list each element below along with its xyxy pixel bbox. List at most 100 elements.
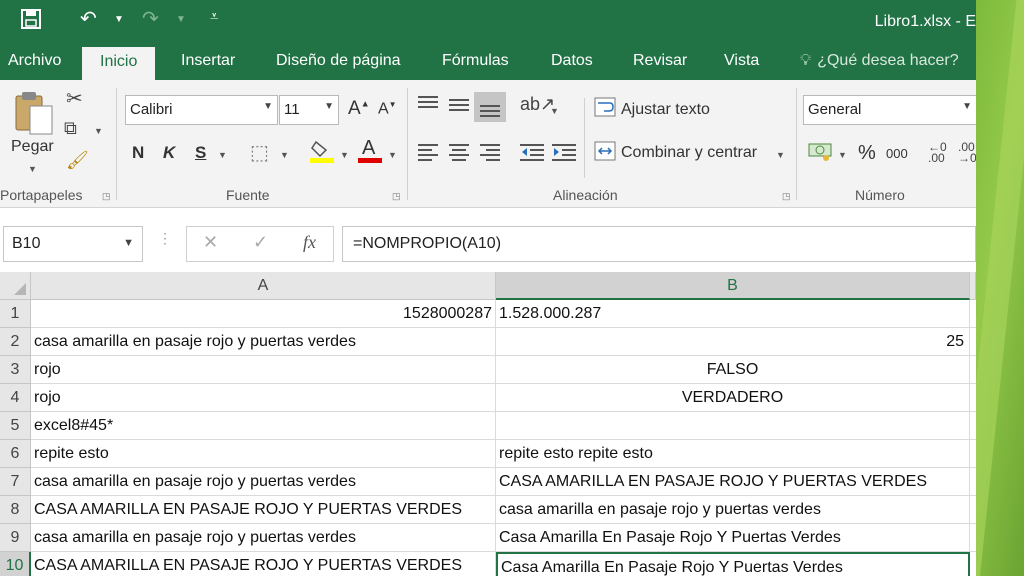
tab-insertar[interactable]: Insertar xyxy=(181,52,235,70)
cancel-icon[interactable]: ✕ xyxy=(203,232,218,253)
increase-decimal-icon[interactable]: ←0.00 xyxy=(928,141,947,164)
cell-a8[interactable]: CASA AMARILLA EN PASAJE ROJO Y PUERTAS V… xyxy=(31,496,496,524)
row-header[interactable]: 10 xyxy=(0,552,31,576)
divider xyxy=(116,88,117,200)
paste-icon[interactable] xyxy=(12,90,56,143)
cell-a3[interactable]: rojo xyxy=(31,356,496,384)
cell-b10-active[interactable]: Casa Amarilla En Pasaje Rojo Y Puertas V… xyxy=(496,552,970,576)
cell-b6[interactable]: repite esto repite esto xyxy=(496,440,970,468)
cell-a7[interactable]: casa amarilla en pasaje rojo y puertas v… xyxy=(31,468,496,496)
paste-label[interactable]: Pegar xyxy=(11,138,54,156)
merge-center-dropdown-icon[interactable]: ▼ xyxy=(776,150,785,160)
font-size-select[interactable]: 11 ▼ xyxy=(279,95,339,125)
column-header-a[interactable]: A xyxy=(31,272,496,300)
cell-b7[interactable]: CASA AMARILLA EN PASAJE ROJO Y PUERTAS V… xyxy=(496,468,970,496)
row-header[interactable]: 5 xyxy=(0,412,31,440)
formula-input[interactable]: =NOMPROPIO(A10) xyxy=(342,226,976,262)
cut-icon[interactable]: ✂ xyxy=(66,86,83,111)
wrap-text-button[interactable]: Ajustar texto xyxy=(621,101,710,119)
increase-font-size-icon[interactable]: A▲ xyxy=(348,98,370,120)
cell-a5[interactable]: excel8#45* xyxy=(31,412,496,440)
cell-a1[interactable]: 1528000287 xyxy=(31,300,496,328)
tab-revisar[interactable]: Revisar xyxy=(633,52,687,70)
customize-quick-access-icon[interactable]: ⩡ xyxy=(210,8,218,25)
decrease-indent-icon[interactable] xyxy=(520,142,544,167)
tab-datos[interactable]: Datos xyxy=(551,52,593,70)
align-bottom-icon[interactable] xyxy=(474,92,506,122)
cell-a2[interactable]: casa amarilla en pasaje rojo y puertas v… xyxy=(31,328,496,356)
redo-dropdown-icon[interactable]: ▼ xyxy=(176,14,186,25)
row-header[interactable]: 7 xyxy=(0,468,31,496)
orientation-dropdown-icon[interactable]: ▼ xyxy=(550,106,559,116)
copy-icon[interactable]: ⧉ xyxy=(64,118,77,139)
tab-vista[interactable]: Vista xyxy=(724,52,759,70)
cell-b1[interactable]: 1.528.000.287 xyxy=(496,300,970,328)
tab-diseno-de-pagina[interactable]: Diseño de página xyxy=(276,52,401,70)
font-color-dropdown-icon[interactable]: ▼ xyxy=(388,150,397,160)
number-format-select[interactable]: General ▼ xyxy=(803,95,983,125)
alignment-launcher-icon[interactable]: ◳ xyxy=(782,191,791,202)
row-header[interactable]: 6 xyxy=(0,440,31,468)
borders-dropdown-icon[interactable]: ▼ xyxy=(280,150,289,160)
merge-center-icon[interactable] xyxy=(594,140,616,167)
cell-a9[interactable]: casa amarilla en pasaje rojo y puertas v… xyxy=(31,524,496,552)
cell-b4[interactable]: VERDADERO xyxy=(496,384,970,412)
thousands-button[interactable]: 000 xyxy=(886,146,908,161)
cell-b2[interactable]: 25 xyxy=(496,328,970,356)
font-launcher-icon[interactable]: ◳ xyxy=(392,191,401,202)
formula-bar-grip-icon[interactable]: ⋮ xyxy=(158,230,172,247)
underline-button[interactable]: S xyxy=(195,143,206,163)
cell-b5[interactable] xyxy=(496,412,970,440)
font-color-icon[interactable]: A xyxy=(358,136,382,170)
italic-button[interactable]: K xyxy=(163,143,175,163)
copy-dropdown-icon[interactable]: ▼ xyxy=(94,126,103,136)
cell-b9[interactable]: Casa Amarilla En Pasaje Rojo Y Puertas V… xyxy=(496,524,970,552)
insert-function-icon[interactable]: fx xyxy=(303,232,316,253)
select-all-button[interactable] xyxy=(0,272,31,300)
align-right-icon[interactable] xyxy=(480,142,500,167)
font-name-select[interactable]: Calibri ▼ xyxy=(125,95,278,125)
align-top-icon[interactable] xyxy=(418,94,438,119)
cell-a6[interactable]: repite esto xyxy=(31,440,496,468)
paste-dropdown-icon[interactable]: ▼ xyxy=(28,164,37,174)
row-header[interactable]: 8 xyxy=(0,496,31,524)
merge-center-button[interactable]: Combinar y centrar xyxy=(621,144,757,162)
save-icon[interactable] xyxy=(20,8,42,36)
fill-color-dropdown-icon[interactable]: ▼ xyxy=(340,150,349,160)
name-box[interactable]: B10 ▼ xyxy=(3,226,143,262)
currency-dropdown-icon[interactable]: ▼ xyxy=(838,150,847,160)
row-header[interactable]: 3 xyxy=(0,356,31,384)
wrap-text-icon[interactable] xyxy=(594,96,616,123)
tab-inicio[interactable]: Inicio xyxy=(82,47,156,80)
align-center-icon[interactable] xyxy=(449,142,469,167)
cell-a4[interactable]: rojo xyxy=(31,384,496,412)
cell-a10[interactable]: CASA AMARILLA EN PASAJE ROJO Y PUERTAS V… xyxy=(31,552,496,576)
percent-button[interactable]: % xyxy=(858,142,876,165)
enter-icon[interactable]: ✓ xyxy=(253,232,268,253)
borders-icon[interactable]: ⬚ xyxy=(250,140,269,165)
currency-icon[interactable] xyxy=(808,140,834,167)
underline-dropdown-icon[interactable]: ▼ xyxy=(218,150,227,160)
clipboard-launcher-icon[interactable]: ◳ xyxy=(102,191,111,202)
row-header[interactable]: 1 xyxy=(0,300,31,328)
align-middle-icon[interactable] xyxy=(449,94,469,119)
decrease-font-size-icon[interactable]: A▼ xyxy=(378,100,397,118)
tab-formulas[interactable]: Fórmulas xyxy=(442,52,509,70)
align-left-icon[interactable] xyxy=(418,142,438,167)
decrease-decimal-icon[interactable]: .00 →0 xyxy=(958,141,977,164)
cell-b3[interactable]: FALSO xyxy=(496,356,970,384)
row-header[interactable]: 4 xyxy=(0,384,31,412)
fill-color-icon[interactable] xyxy=(310,138,334,170)
redo-icon[interactable]: ↷ xyxy=(142,6,159,31)
increase-indent-icon[interactable] xyxy=(552,142,576,167)
undo-dropdown-icon[interactable]: ▼ xyxy=(114,14,124,25)
format-painter-icon[interactable]: 🖌︎ xyxy=(66,150,89,171)
column-header-b[interactable]: B xyxy=(496,272,970,300)
row-header[interactable]: 9 xyxy=(0,524,31,552)
tell-me-search[interactable]: 💡︎ ¿Qué desea hacer? xyxy=(800,52,959,70)
row-header[interactable]: 2 xyxy=(0,328,31,356)
undo-icon[interactable]: ↶ xyxy=(80,6,97,31)
cell-b8[interactable]: casa amarilla en pasaje rojo y puertas v… xyxy=(496,496,970,524)
tab-archivo[interactable]: Archivo xyxy=(8,52,61,70)
bold-button[interactable]: N xyxy=(132,143,144,163)
